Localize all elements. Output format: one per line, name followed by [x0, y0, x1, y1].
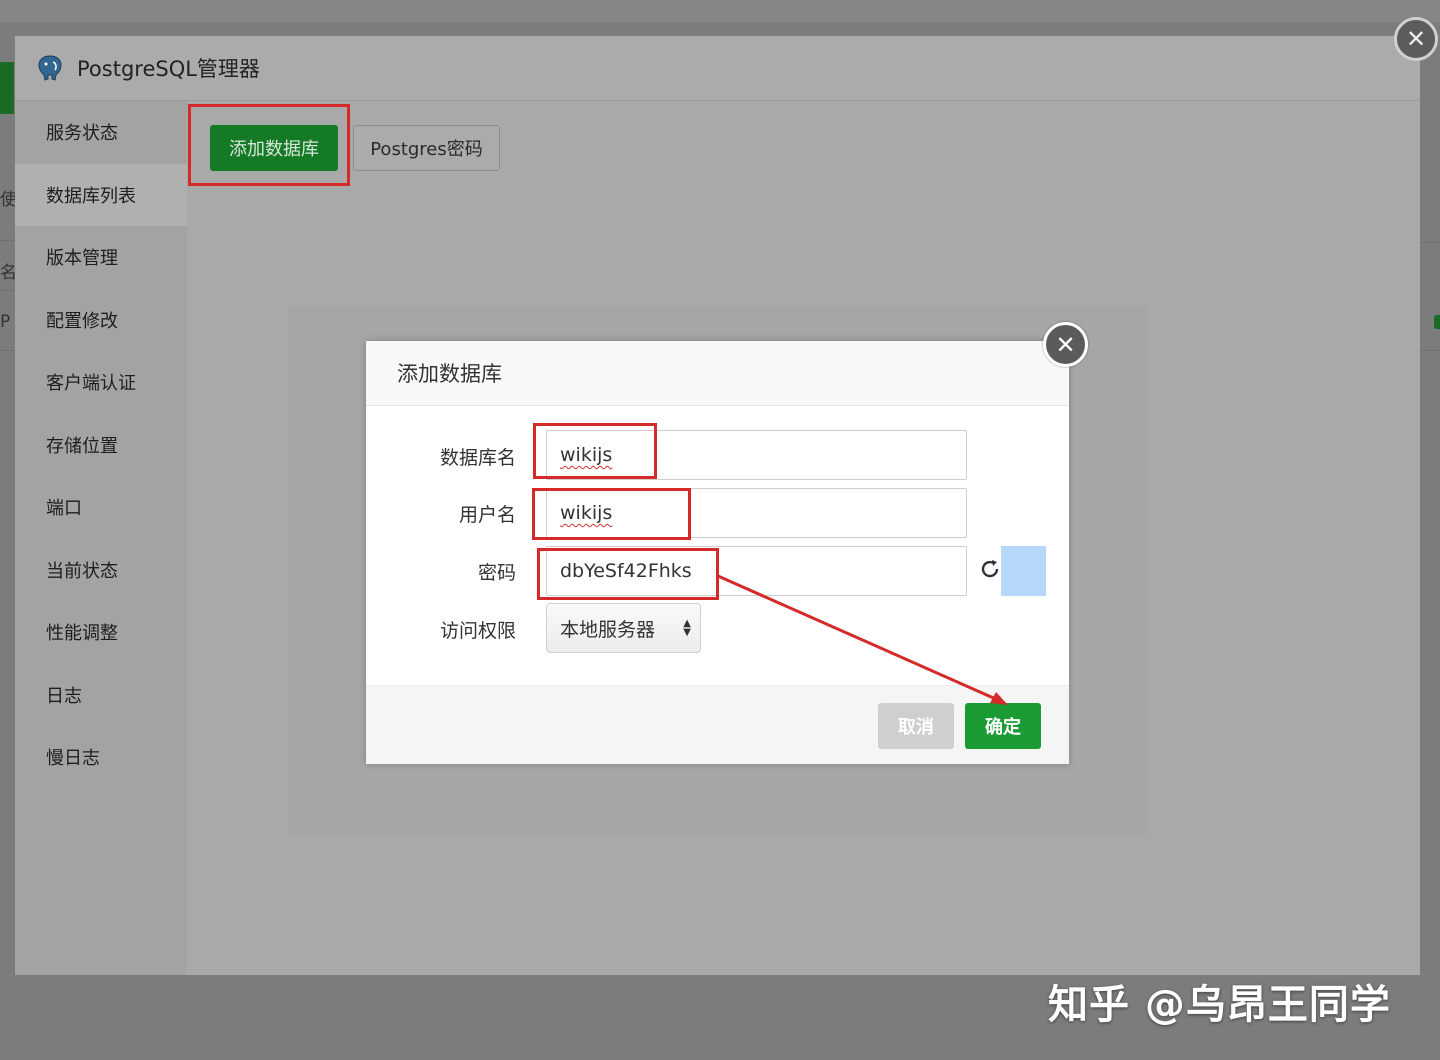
dialog-close-button[interactable]: ✕ — [1043, 322, 1088, 367]
db-name-label: 数据库名 — [439, 447, 516, 469]
password-input[interactable]: dbYeSf42Fhks — [546, 546, 967, 596]
db-name-value: wikijs — [560, 444, 613, 466]
sidebar-item-current-status[interactable]: 当前状态 — [15, 539, 187, 602]
sidebar-item-label: 存储位置 — [46, 435, 118, 457]
dialog-footer: 取消 确定 — [366, 685, 1069, 764]
background-green-button — [0, 62, 14, 114]
sidebar-item-label: 端口 — [46, 498, 82, 520]
refresh-icon[interactable] — [978, 557, 1002, 581]
panel-header: PostgreSQL管理器 — [15, 36, 1420, 101]
db-name-input[interactable]: wikijs — [546, 430, 967, 480]
dialog-header: 添加数据库 — [366, 341, 1069, 406]
close-icon: ✕ — [1055, 330, 1076, 359]
add-database-button[interactable]: 添加数据库 — [210, 125, 338, 171]
sidebar-item-label: 性能调整 — [46, 623, 118, 645]
sidebar: 服务状态 数据库列表 版本管理 配置修改 客户端认证 存储位置 端口 当前状态 … — [15, 101, 187, 975]
sidebar-item-slow-logs[interactable]: 慢日志 — [15, 726, 187, 789]
select-arrows-icon: ▲ ▼ — [683, 618, 691, 638]
sidebar-item-label: 数据库列表 — [46, 185, 136, 207]
background-row-divider — [1420, 242, 1440, 243]
sidebar-item-label: 服务状态 — [46, 123, 118, 145]
postgresql-elephant-icon — [35, 53, 65, 83]
sidebar-item-label: 慢日志 — [46, 748, 100, 770]
background-row-divider — [0, 350, 14, 351]
background-text-fragment: P — [0, 312, 11, 332]
access-permission-select[interactable]: 本地服务器 ▲ ▼ — [546, 603, 701, 653]
sidebar-item-label: 日志 — [46, 685, 82, 707]
password-label: 密码 — [477, 562, 516, 584]
access-selected-value: 本地服务器 — [560, 618, 656, 641]
dialog-title: 添加数据库 — [397, 362, 502, 386]
cancel-button[interactable]: 取消 — [878, 703, 954, 749]
username-value: wikijs — [560, 502, 613, 524]
sidebar-item-performance-tuning[interactable]: 性能调整 — [15, 601, 187, 664]
sidebar-item-database-list[interactable]: 数据库列表 — [15, 163, 187, 226]
sidebar-item-version-management[interactable]: 版本管理 — [15, 226, 187, 289]
sidebar-item-service-status[interactable]: 服务状态 — [15, 101, 187, 164]
confirm-button[interactable]: 确定 — [965, 703, 1041, 749]
sidebar-item-client-auth[interactable]: 客户端认证 — [15, 351, 187, 414]
access-label: 访问权限 — [439, 620, 516, 642]
background-top-strip — [0, 0, 1440, 22]
panel-title: PostgreSQL管理器 — [77, 57, 260, 81]
username-label: 用户名 — [458, 504, 516, 526]
background-row-divider — [0, 290, 14, 291]
sidebar-item-config-edit[interactable]: 配置修改 — [15, 289, 187, 352]
sidebar-item-label: 配置修改 — [46, 310, 118, 332]
sidebar-item-port[interactable]: 端口 — [15, 476, 187, 539]
postgres-password-button[interactable]: Postgres密码 — [353, 125, 500, 171]
add-database-dialog: 添加数据库 数据库名 wikijs 用户名 wikijs 密码 dbYeSf42… — [366, 341, 1069, 764]
sidebar-item-storage-location[interactable]: 存储位置 — [15, 414, 187, 477]
background-row-divider — [0, 240, 14, 241]
password-color-swatch — [1001, 546, 1046, 596]
password-value: dbYeSf42Fhks — [560, 560, 692, 582]
sidebar-item-label: 当前状态 — [46, 560, 118, 582]
sidebar-item-label: 客户端认证 — [46, 373, 136, 395]
sidebar-item-logs[interactable]: 日志 — [15, 664, 187, 727]
username-input[interactable]: wikijs — [546, 488, 967, 538]
background-row-divider — [1420, 350, 1440, 351]
sidebar-item-label: 版本管理 — [46, 248, 118, 270]
panel-close-button[interactable]: ✕ — [1394, 17, 1438, 61]
close-icon: ✕ — [1405, 25, 1427, 53]
background-status-dot — [1434, 315, 1440, 329]
watermark: 知乎 @乌昂王同学 — [1048, 982, 1391, 1028]
